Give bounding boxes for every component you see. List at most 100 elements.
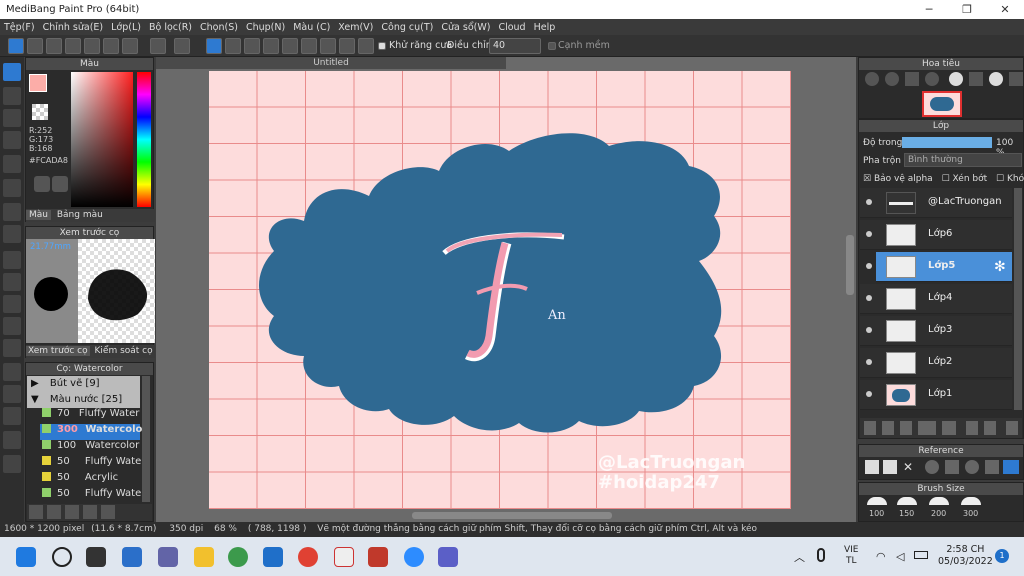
select-eraser-tool-icon[interactable] <box>3 339 21 357</box>
wifi-icon[interactable]: ◠ <box>876 550 886 563</box>
rotate-left-icon[interactable] <box>949 72 963 86</box>
task-view-icon[interactable] <box>86 547 106 567</box>
menu-window[interactable]: Cửa sổ(W) <box>437 22 494 33</box>
bucket-tool-icon[interactable] <box>3 203 21 221</box>
reference-zoom-out-icon[interactable] <box>965 460 979 474</box>
eye-icon[interactable] <box>866 231 872 237</box>
transparent-swatch[interactable] <box>32 104 48 120</box>
grid-snap-icon[interactable] <box>244 38 260 54</box>
snap-off-icon[interactable] <box>206 38 222 54</box>
duplicate-layer-icon[interactable] <box>966 421 978 435</box>
eye-icon[interactable] <box>866 327 872 333</box>
brush-cloud-icon[interactable] <box>29 505 43 519</box>
chat-icon[interactable] <box>65 38 81 54</box>
new-1bit-layer-icon[interactable] <box>918 421 936 435</box>
brush-list-scrollbar[interactable] <box>142 376 150 502</box>
zoom-out-icon[interactable] <box>925 72 939 86</box>
widgets-icon[interactable] <box>122 547 142 567</box>
lock-checkbox[interactable]: ☐ <box>996 174 1004 184</box>
brush-settings-icon[interactable] <box>83 505 97 519</box>
folder-icon[interactable] <box>942 421 956 435</box>
brush-item[interactable]: 100 Watercolor ( <box>42 440 146 456</box>
fit-icon[interactable] <box>905 72 919 86</box>
new-layer-icon[interactable] <box>864 421 876 435</box>
maximize-button[interactable]: ❐ <box>948 0 986 19</box>
brush-item[interactable]: 50 Fluffy Water <box>42 488 145 504</box>
circle-snap-icon[interactable] <box>301 38 317 54</box>
new-8bit-layer-icon[interactable] <box>900 421 912 435</box>
battery-icon[interactable] <box>914 551 928 559</box>
chrome-icon[interactable] <box>298 547 318 567</box>
video-editor-icon[interactable] <box>368 547 388 567</box>
brush-import-icon[interactable] <box>65 505 79 519</box>
eyedropper-tool-icon[interactable] <box>3 431 21 449</box>
gear-icon[interactable] <box>358 38 374 54</box>
brush-size-dot[interactable] <box>867 497 887 505</box>
hand-tool-icon[interactable] <box>3 455 21 473</box>
smooth-checkbox[interactable] <box>548 42 556 50</box>
rotate-right-icon[interactable] <box>989 72 1003 86</box>
cloud-icon[interactable] <box>8 38 24 54</box>
page-icon[interactable] <box>103 38 119 54</box>
blend-mode-select[interactable]: Bình thường <box>904 153 1022 167</box>
brush-item[interactable]: 70 Fluffy Water <box>42 408 142 424</box>
zoom-in-alt-icon[interactable] <box>885 72 899 86</box>
protect-alpha-checkbox[interactable]: ☒ <box>863 174 871 184</box>
teams-chat-icon[interactable] <box>158 547 178 567</box>
brush-item[interactable]: 50 Fluffy Water <box>42 456 145 472</box>
layer-row[interactable]: Lớp6 <box>860 220 1012 250</box>
undo-icon[interactable] <box>150 38 166 54</box>
palette-add-icon[interactable] <box>52 176 68 192</box>
main-color-swatch[interactable] <box>29 74 47 92</box>
layer-row[interactable]: Lớp1 <box>860 380 1012 410</box>
reference-fit-icon[interactable] <box>945 460 959 474</box>
tab-color[interactable]: Màu <box>26 210 51 220</box>
upload-icon[interactable] <box>27 38 43 54</box>
layer-row[interactable]: @LacTruongan <box>860 188 1012 218</box>
trash-icon[interactable] <box>1006 421 1018 435</box>
menu-cloud[interactable]: Cloud <box>494 22 529 33</box>
menu-filter[interactable]: Bộ lọc(R) <box>145 22 196 33</box>
opacity-slider[interactable] <box>902 137 992 148</box>
brush-tool-icon[interactable] <box>3 63 21 81</box>
menu-color[interactable]: Màu (C) <box>289 22 334 33</box>
reference-hand-icon[interactable] <box>1003 460 1019 474</box>
curve-snap-icon[interactable] <box>320 38 336 54</box>
reference-close-icon[interactable]: ✕ <box>903 460 913 474</box>
close-button[interactable]: ✕ <box>986 0 1024 19</box>
gradient-tool-icon[interactable] <box>3 225 21 243</box>
clip-checkbox[interactable]: ☐ <box>942 174 950 184</box>
tab-brush-preview[interactable]: Xem trước cọ <box>26 346 90 356</box>
canvas-tab[interactable]: Untitled <box>156 57 506 69</box>
language-indicator[interactable]: VIE TL <box>844 545 859 567</box>
eraser-tool-icon[interactable] <box>3 87 21 105</box>
menu-edit[interactable]: Chỉnh sửa(E) <box>39 22 108 33</box>
minimize-button[interactable]: ─ <box>910 0 948 19</box>
redo-icon[interactable] <box>174 38 190 54</box>
reference-cloud-icon[interactable] <box>865 460 879 474</box>
merge-layer-icon[interactable] <box>984 421 996 435</box>
medibang-icon[interactable] <box>334 547 354 567</box>
layer-row-selected[interactable]: Lớp5 ✻ <box>876 252 1012 282</box>
document-icon[interactable] <box>84 38 100 54</box>
reference-eyedropper-icon[interactable] <box>985 460 999 474</box>
saturation-value-picker[interactable] <box>71 72 133 207</box>
grid-pages-icon[interactable] <box>122 38 138 54</box>
teams-icon[interactable] <box>438 547 458 567</box>
drawing-canvas[interactable]: An @LacTruongan #hoidap247 <box>209 71 791 509</box>
operation-tool-icon[interactable] <box>3 385 21 403</box>
palette-icon[interactable] <box>34 176 50 192</box>
brush-duplicate-icon[interactable] <box>101 505 115 519</box>
adjust-input[interactable]: 40 <box>489 38 541 54</box>
flip-icon[interactable] <box>1009 72 1023 86</box>
file-explorer-icon[interactable] <box>194 547 214 567</box>
move-tool-icon[interactable] <box>3 155 21 173</box>
notification-badge[interactable]: 1 <box>995 549 1009 563</box>
layer-row[interactable]: Lớp3 <box>860 316 1012 346</box>
brush-size-dot[interactable] <box>929 497 949 505</box>
radial-snap-icon[interactable] <box>282 38 298 54</box>
perspective-icon[interactable] <box>339 38 355 54</box>
select-pen-tool-icon[interactable] <box>3 317 21 335</box>
tab-brush-control[interactable]: Kiểm soát cọ <box>93 346 155 356</box>
navigator-thumbnail[interactable] <box>922 91 962 117</box>
